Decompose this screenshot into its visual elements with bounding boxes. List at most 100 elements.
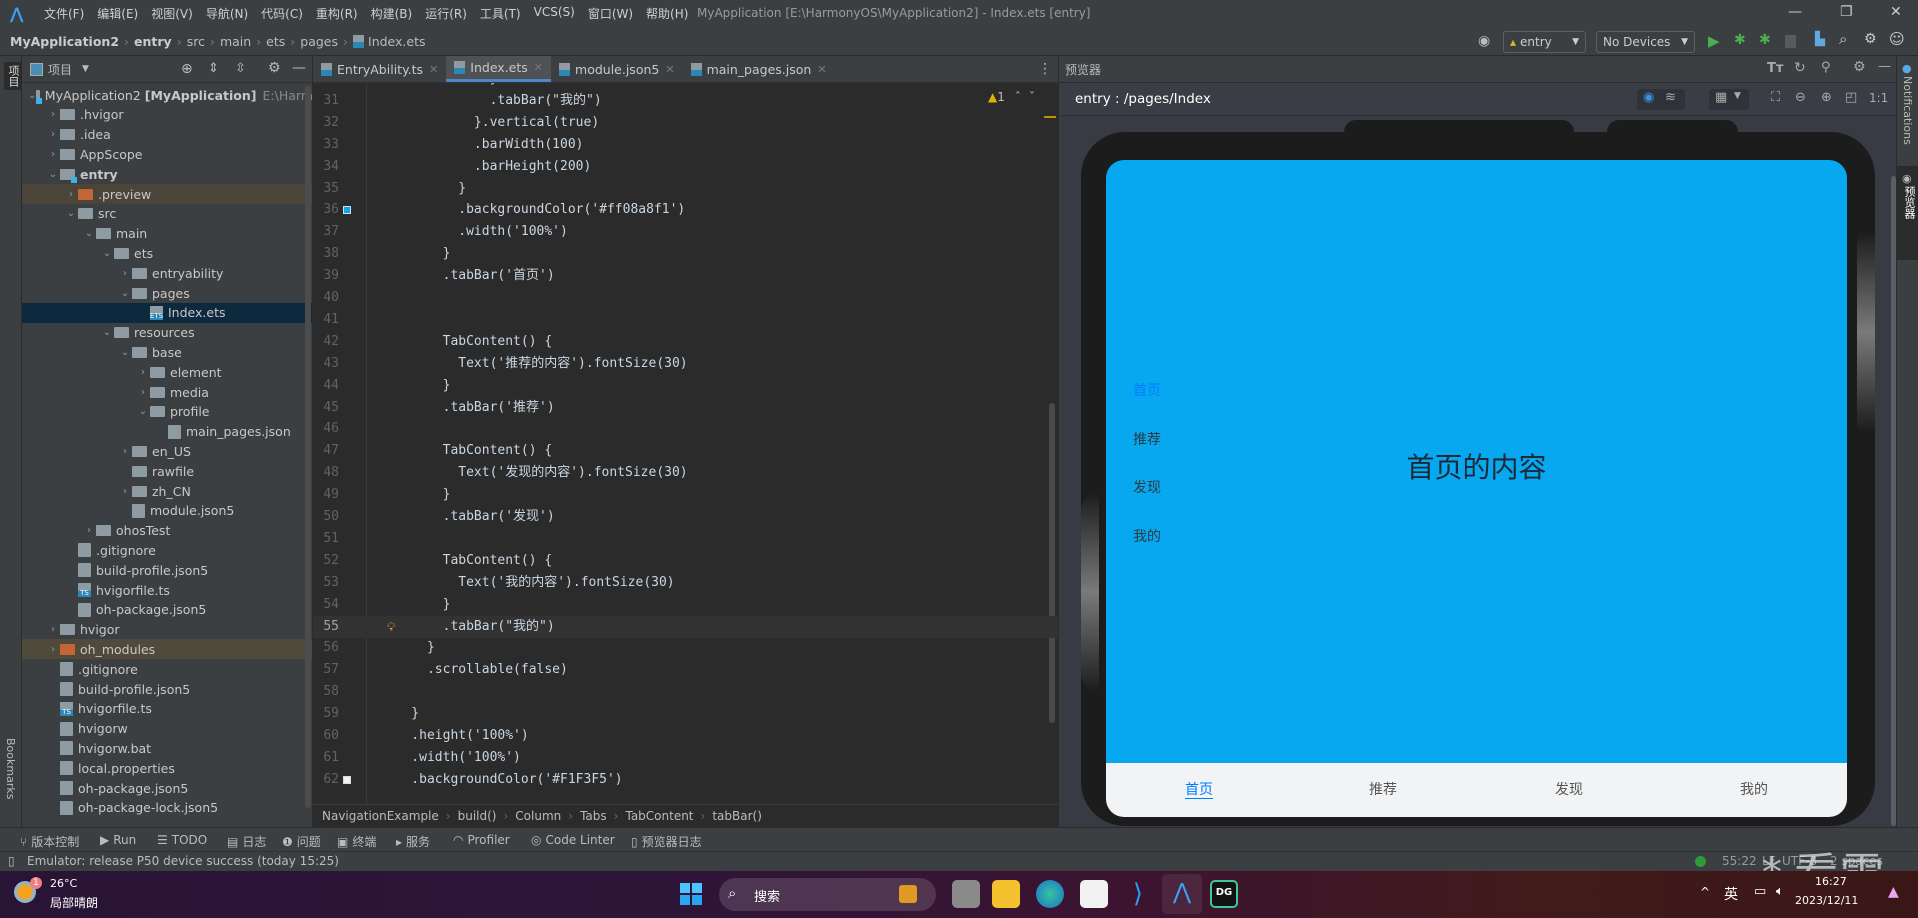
tree-item[interactable]: local.properties [22,758,312,778]
editor-tab[interactable]: EntryAbility.ts ✕ [313,56,446,82]
code-area[interactable]: ▲1ˆˇ 30 }31 .tabBar("我的")32 }.vertical(t… [313,83,1058,804]
expand-all-icon[interactable]: ⇕ [208,61,219,76]
tree-item[interactable]: module.json5 [22,501,312,521]
chevron-right-icon[interactable]: › [46,644,60,655]
settings-icon[interactable]: ⚙ [1864,31,1877,47]
fit-screen-icon[interactable]: ⛶ [1771,90,1780,105]
tree-item[interactable]: ⌄ main [22,224,312,244]
tree-item[interactable]: › element [22,362,312,382]
tree-item[interactable]: rawfile [22,461,312,481]
terminal-tool-button[interactable]: ▣ 终端 [337,833,376,850]
chevron-right-icon[interactable]: › [118,446,132,457]
tree-item[interactable]: › zh_CN [22,481,312,501]
tree-item[interactable]: oh-package-lock.json5 [22,798,312,818]
code-text[interactable]: } [380,243,451,265]
debug-icon[interactable]: ✱ [1734,32,1746,48]
menu-item[interactable]: 工具(T) [480,5,521,22]
crumb-ets[interactable]: ets [266,34,285,49]
code-text[interactable]: .height('100%') [380,725,528,747]
problems-tool-button[interactable]: ❶ 问题 [282,833,321,850]
clock-time[interactable]: 16:27 [1815,875,1847,888]
code-text[interactable]: .barHeight(200) [380,156,591,178]
code-text[interactable]: } [380,178,466,200]
structure-crumb[interactable]: NavigationExample [322,809,439,823]
profiler-tool-button[interactable]: ◠ Profiler [453,833,510,847]
close-tab-icon[interactable]: ✕ [534,61,543,74]
code-text[interactable]: } [380,594,451,616]
ime-indicator[interactable]: 英 [1724,884,1738,904]
menu-item[interactable]: 窗口(W) [588,5,633,22]
vertical-tab[interactable]: 首页 [1133,380,1161,400]
collapse-all-icon[interactable]: ⇳ [235,61,246,76]
menu-item[interactable]: VCS(S) [534,5,575,22]
close-tab-icon[interactable]: ✕ [429,63,438,76]
code-text[interactable]: .tabBar("我的") [380,616,555,638]
structure-crumb[interactable]: tabBar() [712,809,762,823]
target-icon[interactable]: ◉ [1478,33,1490,49]
vscode-icon[interactable]: ⟩ [1124,880,1152,908]
menu-item[interactable]: 帮助(H) [646,5,688,22]
code-text[interactable]: .backgroundColor('#F1F3F5') [380,769,622,791]
layers-icon[interactable]: ≋ [1665,90,1676,105]
chevron-right-icon[interactable]: › [46,129,60,140]
tray-overflow-icon[interactable]: ^ [1700,885,1710,899]
code-text[interactable]: TabContent() { [380,440,553,462]
chevron-down-icon[interactable]: ⌄ [46,169,60,180]
tree-item[interactable]: › .idea [22,125,312,145]
actual-size-icon[interactable]: 1:1 [1869,91,1888,105]
tree-item[interactable]: ⌄ profile [22,402,312,422]
more-tabs-icon[interactable]: ⋮ [1038,61,1052,77]
chevron-down-icon[interactable]: ⌄ [64,208,78,219]
deveco-studio-icon[interactable]: ⋀ [1162,874,1202,914]
code-text[interactable]: .tabBar('首页') [380,265,555,287]
vertical-tab[interactable]: 发现 [1133,477,1161,497]
menu-item[interactable]: 构建(B) [371,5,413,22]
tree-item[interactable]: hvigorw.bat [22,738,312,758]
tree-item[interactable]: build-profile.json5 [22,679,312,699]
vertical-tab[interactable]: 我的 [1133,526,1161,546]
tree-item[interactable]: ⌄ resources [22,323,312,343]
bookmarks-tool-tab[interactable]: Bookmarks [4,738,17,799]
editor-tab[interactable]: main_pages.json ✕ [683,56,835,82]
tree-item[interactable]: › AppScope [22,144,312,164]
zoom-in-icon[interactable]: ⊕ [1821,90,1832,105]
run-config-dropdown[interactable]: ▴ entry ▼ [1503,31,1586,53]
structure-crumb[interactable]: build() [458,809,497,823]
tree-item[interactable]: ⌄ pages [22,283,312,303]
tree-item[interactable]: › en_US [22,441,312,461]
notification-bell-icon[interactable]: ▲ [1888,884,1899,900]
chevron-down-icon[interactable]: ⌄ [118,288,132,299]
hide-panel-icon[interactable]: — [1878,59,1891,74]
hide-panel-icon[interactable]: — [292,60,306,76]
code-text[interactable]: TabContent() { [380,331,553,353]
close-tab-icon[interactable]: ✕ [665,63,674,76]
code-text[interactable]: .scrollable(false) [380,659,568,681]
pin-icon[interactable]: ⚲ [1821,60,1831,75]
tree-item[interactable]: TS hvigorfile.ts [22,580,312,600]
code-text[interactable]: } [380,703,419,725]
run-icon[interactable]: ▶ [1708,32,1720,50]
project-view-selector[interactable]: 项目 [48,61,72,78]
structure-crumb[interactable]: Column [515,809,561,823]
crumb-pages[interactable]: pages [300,34,338,49]
crumb-main[interactable]: main [220,34,251,49]
services-tool-button[interactable]: ▸ 服务 [396,833,430,850]
refresh-icon[interactable]: ↻ [1794,60,1806,76]
todo-tool-button[interactable]: ☰ TODO [157,833,207,847]
chevron-down-icon[interactable]: ⌄ [100,327,114,338]
tree-item[interactable]: › .hvigor [22,105,312,125]
search-icon[interactable]: ⌕ [1839,30,1847,48]
taskbar-search[interactable]: ⌕ 搜索 [719,878,936,911]
editor-tab[interactable]: Index.ets ✕ [446,56,552,82]
notifications-tool-tab[interactable]: Notifications [1901,76,1914,145]
store-icon[interactable] [1080,880,1108,908]
tree-item[interactable]: › ohosTest [22,521,312,541]
tree-item[interactable]: ETS Index.ets [22,302,312,323]
tree-item[interactable]: hvigorw [22,719,312,739]
volume-icon[interactable]: 🔈︎ [1776,884,1784,899]
status-message[interactable]: Emulator: release P50 device success (to… [27,854,339,868]
tree-item[interactable]: › .preview [22,184,312,204]
close-icon[interactable]: ✕ [1890,4,1902,20]
project-tool-tab[interactable]: 项目 [4,62,22,90]
tree-item[interactable]: build-profile.json5 [22,560,312,580]
